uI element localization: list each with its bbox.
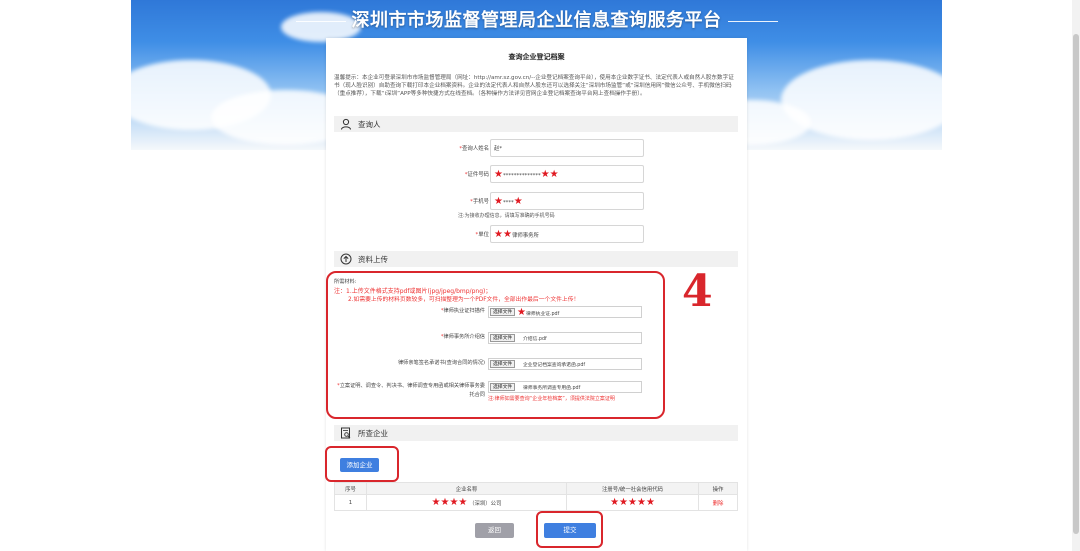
phone-row: *手机号 ★****★ <box>326 192 747 210</box>
name-input[interactable] <box>490 139 644 157</box>
file-name: 律师事务所调查专用函.pdf <box>523 386 581 391</box>
name-row: *查询人姓名 <box>326 139 747 157</box>
redaction-star-icon: ★ <box>517 307 526 318</box>
submit-button[interactable]: 提交 <box>544 523 596 538</box>
back-button[interactable]: 返回 <box>475 523 514 538</box>
id-label: 证件号码 <box>467 172 489 178</box>
unit-row: *单位 ★★律师事务所 <box>326 225 747 243</box>
phone-label: 手机号 <box>472 199 489 205</box>
page-title: 查询企业登记档案 <box>508 53 565 61</box>
section-upload: 资料上传 <box>334 251 738 267</box>
upload-label-pledge: 律师亲笔签名承诺书(查询合同的情况) <box>397 360 485 366</box>
choose-file-button[interactable]: 选择文件 <box>490 308 516 316</box>
table-row: 1 ★★★★ （深圳）公司 ★★★★★ 删除 <box>334 494 738 511</box>
unit-input[interactable]: ★★律师事务所 <box>490 225 644 243</box>
redaction-star-icon: ★ <box>494 196 503 207</box>
section-label: 查询人 <box>358 120 381 129</box>
id-row: *证件号码 ★**************★★ <box>326 165 747 183</box>
upload-pledge-field: 选择文件 企业登记档案查询承诺函.pdf <box>488 358 642 370</box>
company-name: （深圳）公司 <box>469 500 502 507</box>
choose-file-button[interactable]: 选择文件 <box>490 360 516 368</box>
redaction-star-icon: ★★★★★ <box>610 496 655 508</box>
column-header: 企业名称 <box>366 482 567 495</box>
file-name: 律师执业证.pdf <box>525 312 560 317</box>
phone-input[interactable]: ★****★ <box>490 192 644 210</box>
row-index: 1 <box>334 494 367 511</box>
upload-label-letter: 律师事务所介绍信 <box>443 334 485 340</box>
file-name: 介绍信.pdf <box>523 337 547 342</box>
main-form-card: 查询企业登记档案 温馨提示：本企业可登录深圳市市场监督管理局（网址：http:/… <box>325 38 747 551</box>
unit-label: 单位 <box>478 232 489 238</box>
column-header: 操作 <box>698 482 738 495</box>
section-inquirer: 查询人 <box>334 116 738 132</box>
delete-link[interactable]: 删除 <box>698 494 738 511</box>
file-name: 企业登记档案查询承诺函.pdf <box>523 363 586 368</box>
site-title: 深圳市市场监督管理局企业信息查询服务平台 <box>131 6 942 32</box>
phone-hint: 注:为接收办理信息，请填写准确的手机号码 <box>458 213 555 219</box>
section-label: 所查企业 <box>358 429 388 438</box>
company-table: 序号 企业名称 注册号/统一社会信用代码 操作 1 ★★★★ （深圳）公司 ★★… <box>334 482 738 511</box>
redaction-star-icon: ★ <box>513 196 523 207</box>
materials-title: 所需材料: <box>334 279 357 285</box>
redaction-star-icon: ★ <box>494 169 503 180</box>
upload-letter-field: 选择文件 介绍信.pdf <box>488 332 642 344</box>
column-header: 序号 <box>334 482 367 495</box>
page-scrollbar[interactable] <box>1072 0 1080 551</box>
column-header: 注册号/统一社会信用代码 <box>566 482 699 495</box>
annotation-number: 4 <box>682 266 713 317</box>
name-label: 查询人姓名 <box>462 146 489 152</box>
user-icon <box>341 118 351 130</box>
section-companies: 所查企业 <box>334 425 738 441</box>
add-company-button[interactable]: 添加企业 <box>340 458 379 472</box>
upload-license-field: 选择文件 ★律师执业证.pdf <box>488 306 642 318</box>
upload-label-license: 律师执业证扫描件 <box>443 308 485 314</box>
redaction-star-icon: ★★★★ <box>431 496 468 508</box>
upload-note-2: 2.如需要上传的材料页数较多，可扫描整理为一个PDF文件，全部出作最后一个文件上… <box>348 297 580 303</box>
upload-icon <box>340 253 352 265</box>
upload-label-case: 立案证明、调查令、判决书、律师调查专用函或相关律师事务委托合同 <box>339 383 485 398</box>
table-header: 序号 企业名称 注册号/统一社会信用代码 操作 <box>334 482 738 495</box>
case-red-hint: 注:律师如需要查询“企业年检档案”，须提供法院立案证明 <box>488 396 615 402</box>
document-search-icon <box>341 427 351 439</box>
section-label: 资料上传 <box>358 255 388 264</box>
upload-case-field: 选择文件 律师事务所调查专用函.pdf <box>488 381 642 393</box>
choose-file-button[interactable]: 选择文件 <box>490 383 516 391</box>
id-number-input[interactable]: ★**************★★ <box>490 165 644 183</box>
redaction-star-icon: ★★ <box>494 229 512 240</box>
notice-text: 温馨提示：本企业可登录深圳市市场监督管理局（网址：http://amr.sz.g… <box>334 75 734 97</box>
redaction-star-icon: ★★ <box>540 169 559 180</box>
choose-file-button[interactable]: 选择文件 <box>490 334 516 342</box>
